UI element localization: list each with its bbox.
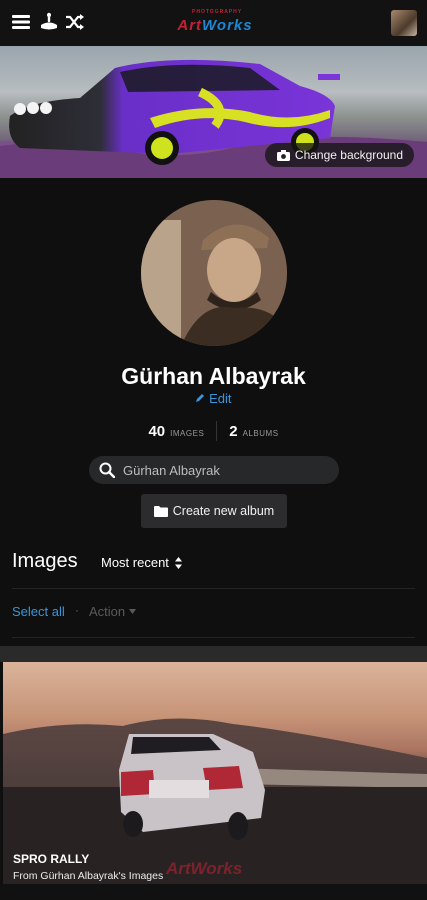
create-album-button[interactable]: Create new album — [141, 494, 287, 528]
stat-albums-label: ALBUMS — [242, 428, 279, 438]
game-icon[interactable] — [38, 11, 60, 33]
stat-images-value: 40 — [148, 422, 166, 440]
image-title: SPRO RALLY — [13, 852, 90, 866]
separator-dot: · — [75, 603, 79, 617]
images-heading: Images — [12, 550, 78, 572]
sort-label: Most recent — [101, 555, 169, 570]
action-label: Action — [89, 604, 126, 619]
shuffle-icon[interactable] — [64, 11, 86, 33]
camera-icon — [276, 149, 290, 161]
profile-name: Gürhan Albayrak — [121, 363, 306, 389]
image-card[interactable]: ArtWorks SPRO RALLY From Gürhan Albayrak… — [3, 662, 427, 884]
divider — [12, 588, 415, 589]
logo-subtitle: PHOTOGRAPHY — [192, 9, 243, 15]
create-album-label: Create new album — [172, 504, 275, 518]
stat-albums[interactable]: 2 ALBUMS — [217, 423, 290, 440]
user-search-box[interactable] — [89, 456, 339, 484]
edit-label: Edit — [209, 391, 232, 406]
change-background-label: Change background — [294, 148, 403, 162]
stat-albums-value: 2 — [229, 422, 238, 440]
chevron-down-icon — [129, 609, 137, 614]
top-bar: PHOTOGRAPHY ArtWorks — [0, 0, 427, 46]
change-background-button[interactable]: Change background — [264, 143, 414, 167]
divider — [12, 637, 415, 638]
action-dropdown[interactable]: Action — [89, 604, 137, 619]
image-card-photo: ArtWorks — [3, 718, 427, 884]
stat-images[interactable]: 40 IMAGES — [136, 423, 216, 440]
card-watermark: ArtWorks — [165, 859, 242, 878]
user-avatar[interactable] — [391, 10, 417, 36]
edit-profile-link[interactable]: Edit — [0, 391, 427, 406]
menu-icon[interactable] — [10, 11, 32, 33]
cover-image: Change background — [0, 46, 427, 178]
logo-part-a: Art — [177, 17, 203, 34]
image-row-separator — [0, 646, 427, 662]
logo-part-b: Works — [202, 17, 253, 34]
pencil-icon — [196, 394, 205, 402]
folder-icon — [153, 505, 168, 517]
sort-dropdown[interactable]: Most recent — [101, 555, 182, 570]
profile-avatar[interactable] — [141, 200, 287, 346]
select-all-link[interactable]: Select all — [12, 604, 65, 619]
site-logo[interactable]: PHOTOGRAPHY ArtWorks — [174, 9, 256, 34]
sort-icon — [174, 556, 182, 569]
stat-images-label: IMAGES — [170, 428, 205, 438]
image-source: From Gürhan Albayrak's Images — [13, 870, 164, 882]
search-icon — [99, 462, 115, 478]
profile-photo — [141, 200, 287, 346]
search-input[interactable] — [121, 461, 325, 479]
profile-stats: 40 IMAGES 2 ALBUMS — [0, 421, 427, 441]
bottom-bar — [0, 884, 427, 900]
